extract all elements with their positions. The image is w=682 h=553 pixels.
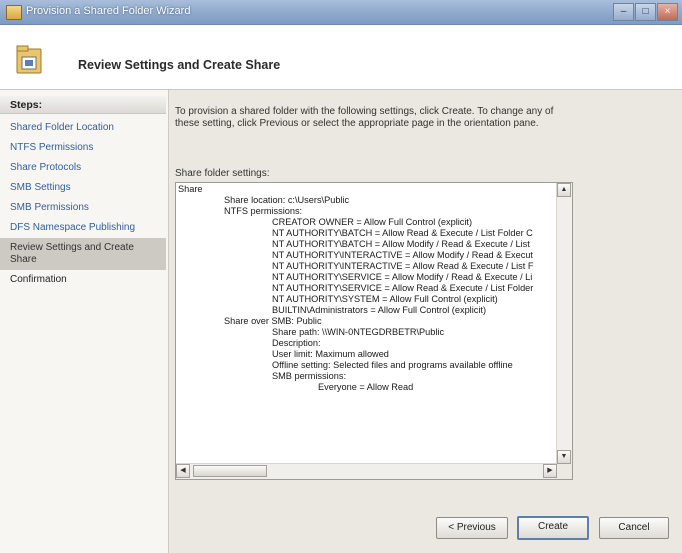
- wizard-window: Provision a Shared Folder Wizard – □ × R…: [0, 0, 682, 553]
- step-dfs-namespace-publishing[interactable]: DFS Namespace Publishing: [0, 218, 166, 238]
- previous-button[interactable]: < Previous: [436, 517, 508, 539]
- settings-line: Share path: \\WIN-0NTEGDRBETR\Public: [272, 327, 445, 337]
- steps-header: Steps:: [0, 96, 166, 114]
- settings-line: SMB permissions:: [272, 371, 347, 381]
- settings-line: NT AUTHORITY\BATCH = Allow Modify / Read…: [272, 239, 530, 249]
- window-controls: – □ ×: [613, 3, 678, 21]
- settings-line: BUILTIN\Administrators = Allow Full Cont…: [272, 305, 487, 315]
- step-review-settings[interactable]: Review Settings and Create Share: [0, 238, 166, 270]
- step-shared-folder-location[interactable]: Shared Folder Location: [0, 118, 166, 138]
- settings-line: Description:: [272, 338, 321, 348]
- steps-list: Shared Folder Location NTFS Permissions …: [0, 118, 166, 290]
- settings-text: Share Share location: c:\Users\Public NT…: [178, 184, 556, 463]
- settings-line: NT AUTHORITY\SERVICE = Allow Read & Exec…: [272, 283, 534, 293]
- settings-line: NT AUTHORITY\SERVICE = Allow Modify / Re…: [272, 272, 533, 282]
- settings-line: Everyone = Allow Read: [318, 382, 414, 392]
- minimize-icon[interactable]: –: [613, 3, 634, 21]
- page-title: Review Settings and Create Share: [78, 58, 281, 72]
- step-confirmation: Confirmation: [10, 274, 67, 285]
- scroll-left-icon[interactable]: ◀: [176, 464, 190, 478]
- settings-line: CREATOR OWNER = Allow Full Control (expl…: [272, 217, 473, 227]
- settings-line: Share: [178, 184, 203, 194]
- settings-line: NT AUTHORITY\SYSTEM = Allow Full Control…: [272, 294, 498, 304]
- window-title: Provision a Shared Folder Wizard: [26, 5, 191, 17]
- step-ntfs-permissions[interactable]: NTFS Permissions: [0, 138, 166, 158]
- settings-label: Share folder settings:: [175, 168, 270, 179]
- step-share-protocols[interactable]: Share Protocols: [0, 158, 166, 178]
- settings-line: Share location: c:\Users\Public: [224, 195, 350, 205]
- settings-textbox[interactable]: Share Share location: c:\Users\Public NT…: [175, 182, 573, 480]
- vertical-scrollbar[interactable]: ▲ ▼: [556, 183, 572, 464]
- maximize-icon[interactable]: □: [635, 3, 656, 21]
- folder-app-icon: [6, 5, 22, 20]
- steps-pane: Steps: Shared Folder Location NTFS Permi…: [0, 90, 169, 553]
- scroll-up-icon[interactable]: ▲: [557, 183, 571, 197]
- scroll-right-icon[interactable]: ▶: [543, 464, 557, 478]
- shared-folder-wizard-icon: [16, 45, 42, 74]
- scroll-down-icon[interactable]: ▼: [557, 450, 571, 464]
- horizontal-scrollbar[interactable]: ◀ ▶: [176, 463, 557, 479]
- settings-line: NT AUTHORITY\INTERACTIVE = Allow Modify …: [272, 250, 533, 260]
- settings-line: Share over SMB: Public: [224, 316, 322, 326]
- settings-line: User limit: Maximum allowed: [272, 349, 389, 359]
- step-smb-settings[interactable]: SMB Settings: [0, 178, 166, 198]
- content-pane: To provision a shared folder with the fo…: [169, 90, 682, 553]
- settings-line: NT AUTHORITY\INTERACTIVE = Allow Read & …: [272, 261, 534, 271]
- horizontal-scroll-thumb[interactable]: [193, 465, 267, 477]
- close-icon[interactable]: ×: [657, 3, 678, 21]
- settings-line: NTFS permissions:: [224, 206, 303, 216]
- settings-line: Offline setting: Selected files and prog…: [272, 360, 513, 370]
- intro-text: To provision a shared folder with the fo…: [175, 106, 554, 129]
- step-smb-permissions[interactable]: SMB Permissions: [0, 198, 166, 218]
- create-button[interactable]: Create: [517, 516, 589, 540]
- cancel-button[interactable]: Cancel: [599, 517, 669, 539]
- title-bar[interactable]: Provision a Shared Folder Wizard – □ ×: [0, 0, 682, 25]
- wizard-header: Review Settings and Create Share: [0, 25, 682, 90]
- scroll-corner: [557, 464, 572, 479]
- settings-line: NT AUTHORITY\BATCH = Allow Read & Execut…: [272, 228, 533, 238]
